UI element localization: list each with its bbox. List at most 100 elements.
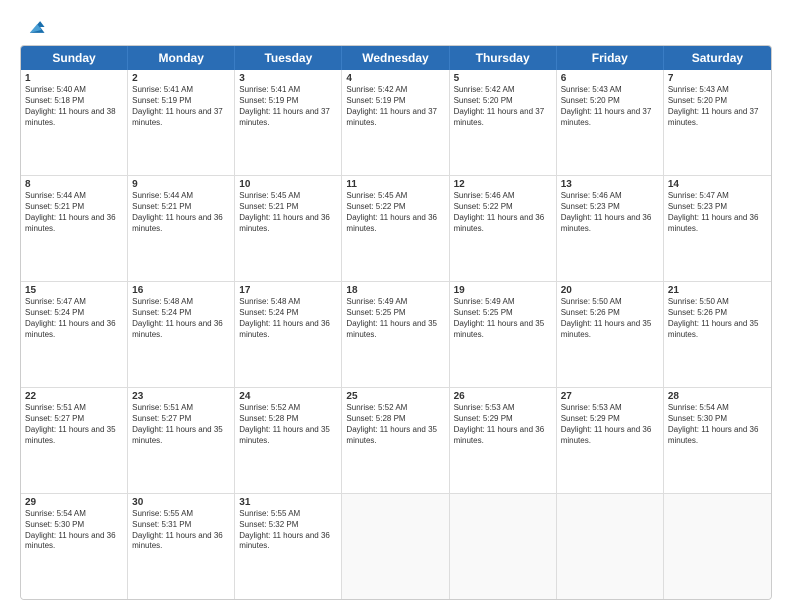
day-info: Sunrise: 5:49 AMSunset: 5:25 PMDaylight:…: [346, 297, 444, 340]
day-number: 11: [346, 179, 444, 190]
day-number: 24: [239, 391, 337, 402]
day-info: Sunrise: 5:53 AMSunset: 5:29 PMDaylight:…: [454, 403, 552, 446]
day-cell-31: 31Sunrise: 5:55 AMSunset: 5:32 PMDayligh…: [235, 494, 342, 599]
day-cell-9: 9Sunrise: 5:44 AMSunset: 5:21 PMDaylight…: [128, 176, 235, 281]
day-info: Sunrise: 5:44 AMSunset: 5:21 PMDaylight:…: [25, 191, 123, 234]
day-info: Sunrise: 5:52 AMSunset: 5:28 PMDaylight:…: [239, 403, 337, 446]
day-info: Sunrise: 5:46 AMSunset: 5:22 PMDaylight:…: [454, 191, 552, 234]
day-number: 27: [561, 391, 659, 402]
day-number: 23: [132, 391, 230, 402]
day-info: Sunrise: 5:54 AMSunset: 5:30 PMDaylight:…: [668, 403, 767, 446]
header-day-sunday: Sunday: [21, 46, 128, 70]
day-cell-6: 6Sunrise: 5:43 AMSunset: 5:20 PMDaylight…: [557, 70, 664, 175]
empty-cell: [557, 494, 664, 599]
day-number: 12: [454, 179, 552, 190]
header-day-thursday: Thursday: [450, 46, 557, 70]
day-number: 5: [454, 73, 552, 84]
empty-cell: [664, 494, 771, 599]
header-day-saturday: Saturday: [664, 46, 771, 70]
header-day-friday: Friday: [557, 46, 664, 70]
day-cell-29: 29Sunrise: 5:54 AMSunset: 5:30 PMDayligh…: [21, 494, 128, 599]
day-info: Sunrise: 5:42 AMSunset: 5:20 PMDaylight:…: [454, 85, 552, 128]
day-info: Sunrise: 5:51 AMSunset: 5:27 PMDaylight:…: [132, 403, 230, 446]
day-number: 22: [25, 391, 123, 402]
day-info: Sunrise: 5:55 AMSunset: 5:32 PMDaylight:…: [239, 509, 337, 552]
week-row-4: 22Sunrise: 5:51 AMSunset: 5:27 PMDayligh…: [21, 388, 771, 494]
day-number: 14: [668, 179, 767, 190]
day-info: Sunrise: 5:55 AMSunset: 5:31 PMDaylight:…: [132, 509, 230, 552]
day-number: 30: [132, 497, 230, 508]
day-info: Sunrise: 5:45 AMSunset: 5:21 PMDaylight:…: [239, 191, 337, 234]
day-info: Sunrise: 5:41 AMSunset: 5:19 PMDaylight:…: [132, 85, 230, 128]
logo: [20, 20, 46, 37]
day-info: Sunrise: 5:54 AMSunset: 5:30 PMDaylight:…: [25, 509, 123, 552]
day-number: 17: [239, 285, 337, 296]
day-cell-19: 19Sunrise: 5:49 AMSunset: 5:25 PMDayligh…: [450, 282, 557, 387]
day-cell-25: 25Sunrise: 5:52 AMSunset: 5:28 PMDayligh…: [342, 388, 449, 493]
week-row-2: 8Sunrise: 5:44 AMSunset: 5:21 PMDaylight…: [21, 176, 771, 282]
day-info: Sunrise: 5:47 AMSunset: 5:24 PMDaylight:…: [25, 297, 123, 340]
day-number: 13: [561, 179, 659, 190]
day-cell-17: 17Sunrise: 5:48 AMSunset: 5:24 PMDayligh…: [235, 282, 342, 387]
calendar-header: SundayMondayTuesdayWednesdayThursdayFrid…: [21, 46, 771, 70]
day-info: Sunrise: 5:53 AMSunset: 5:29 PMDaylight:…: [561, 403, 659, 446]
day-cell-14: 14Sunrise: 5:47 AMSunset: 5:23 PMDayligh…: [664, 176, 771, 281]
day-number: 26: [454, 391, 552, 402]
day-info: Sunrise: 5:51 AMSunset: 5:27 PMDaylight:…: [25, 403, 123, 446]
header-day-tuesday: Tuesday: [235, 46, 342, 70]
day-number: 7: [668, 73, 767, 84]
day-info: Sunrise: 5:43 AMSunset: 5:20 PMDaylight:…: [561, 85, 659, 128]
day-number: 28: [668, 391, 767, 402]
day-info: Sunrise: 5:48 AMSunset: 5:24 PMDaylight:…: [239, 297, 337, 340]
day-number: 18: [346, 285, 444, 296]
day-info: Sunrise: 5:46 AMSunset: 5:23 PMDaylight:…: [561, 191, 659, 234]
day-cell-13: 13Sunrise: 5:46 AMSunset: 5:23 PMDayligh…: [557, 176, 664, 281]
calendar: SundayMondayTuesdayWednesdayThursdayFrid…: [20, 45, 772, 600]
day-info: Sunrise: 5:47 AMSunset: 5:23 PMDaylight:…: [668, 191, 767, 234]
day-number: 4: [346, 73, 444, 84]
day-cell-4: 4Sunrise: 5:42 AMSunset: 5:19 PMDaylight…: [342, 70, 449, 175]
day-number: 25: [346, 391, 444, 402]
day-cell-20: 20Sunrise: 5:50 AMSunset: 5:26 PMDayligh…: [557, 282, 664, 387]
day-info: Sunrise: 5:48 AMSunset: 5:24 PMDaylight:…: [132, 297, 230, 340]
day-number: 15: [25, 285, 123, 296]
day-info: Sunrise: 5:40 AMSunset: 5:18 PMDaylight:…: [25, 85, 123, 128]
day-number: 29: [25, 497, 123, 508]
day-cell-18: 18Sunrise: 5:49 AMSunset: 5:25 PMDayligh…: [342, 282, 449, 387]
day-cell-8: 8Sunrise: 5:44 AMSunset: 5:21 PMDaylight…: [21, 176, 128, 281]
day-cell-24: 24Sunrise: 5:52 AMSunset: 5:28 PMDayligh…: [235, 388, 342, 493]
day-number: 2: [132, 73, 230, 84]
day-info: Sunrise: 5:45 AMSunset: 5:22 PMDaylight:…: [346, 191, 444, 234]
day-number: 9: [132, 179, 230, 190]
day-info: Sunrise: 5:52 AMSunset: 5:28 PMDaylight:…: [346, 403, 444, 446]
day-info: Sunrise: 5:49 AMSunset: 5:25 PMDaylight:…: [454, 297, 552, 340]
day-cell-30: 30Sunrise: 5:55 AMSunset: 5:31 PMDayligh…: [128, 494, 235, 599]
day-cell-11: 11Sunrise: 5:45 AMSunset: 5:22 PMDayligh…: [342, 176, 449, 281]
day-cell-15: 15Sunrise: 5:47 AMSunset: 5:24 PMDayligh…: [21, 282, 128, 387]
day-number: 16: [132, 285, 230, 296]
day-cell-26: 26Sunrise: 5:53 AMSunset: 5:29 PMDayligh…: [450, 388, 557, 493]
day-info: Sunrise: 5:50 AMSunset: 5:26 PMDaylight:…: [561, 297, 659, 340]
day-number: 10: [239, 179, 337, 190]
day-number: 6: [561, 73, 659, 84]
day-cell-10: 10Sunrise: 5:45 AMSunset: 5:21 PMDayligh…: [235, 176, 342, 281]
empty-cell: [342, 494, 449, 599]
day-info: Sunrise: 5:42 AMSunset: 5:19 PMDaylight:…: [346, 85, 444, 128]
week-row-3: 15Sunrise: 5:47 AMSunset: 5:24 PMDayligh…: [21, 282, 771, 388]
day-cell-7: 7Sunrise: 5:43 AMSunset: 5:20 PMDaylight…: [664, 70, 771, 175]
day-info: Sunrise: 5:41 AMSunset: 5:19 PMDaylight:…: [239, 85, 337, 128]
day-number: 3: [239, 73, 337, 84]
day-cell-12: 12Sunrise: 5:46 AMSunset: 5:22 PMDayligh…: [450, 176, 557, 281]
day-cell-5: 5Sunrise: 5:42 AMSunset: 5:20 PMDaylight…: [450, 70, 557, 175]
page: SundayMondayTuesdayWednesdayThursdayFrid…: [0, 0, 792, 612]
day-cell-28: 28Sunrise: 5:54 AMSunset: 5:30 PMDayligh…: [664, 388, 771, 493]
day-cell-21: 21Sunrise: 5:50 AMSunset: 5:26 PMDayligh…: [664, 282, 771, 387]
day-cell-23: 23Sunrise: 5:51 AMSunset: 5:27 PMDayligh…: [128, 388, 235, 493]
day-cell-16: 16Sunrise: 5:48 AMSunset: 5:24 PMDayligh…: [128, 282, 235, 387]
empty-cell: [450, 494, 557, 599]
week-row-5: 29Sunrise: 5:54 AMSunset: 5:30 PMDayligh…: [21, 494, 771, 599]
day-cell-3: 3Sunrise: 5:41 AMSunset: 5:19 PMDaylight…: [235, 70, 342, 175]
day-info: Sunrise: 5:43 AMSunset: 5:20 PMDaylight:…: [668, 85, 767, 128]
day-info: Sunrise: 5:50 AMSunset: 5:26 PMDaylight:…: [668, 297, 767, 340]
day-info: Sunrise: 5:44 AMSunset: 5:21 PMDaylight:…: [132, 191, 230, 234]
